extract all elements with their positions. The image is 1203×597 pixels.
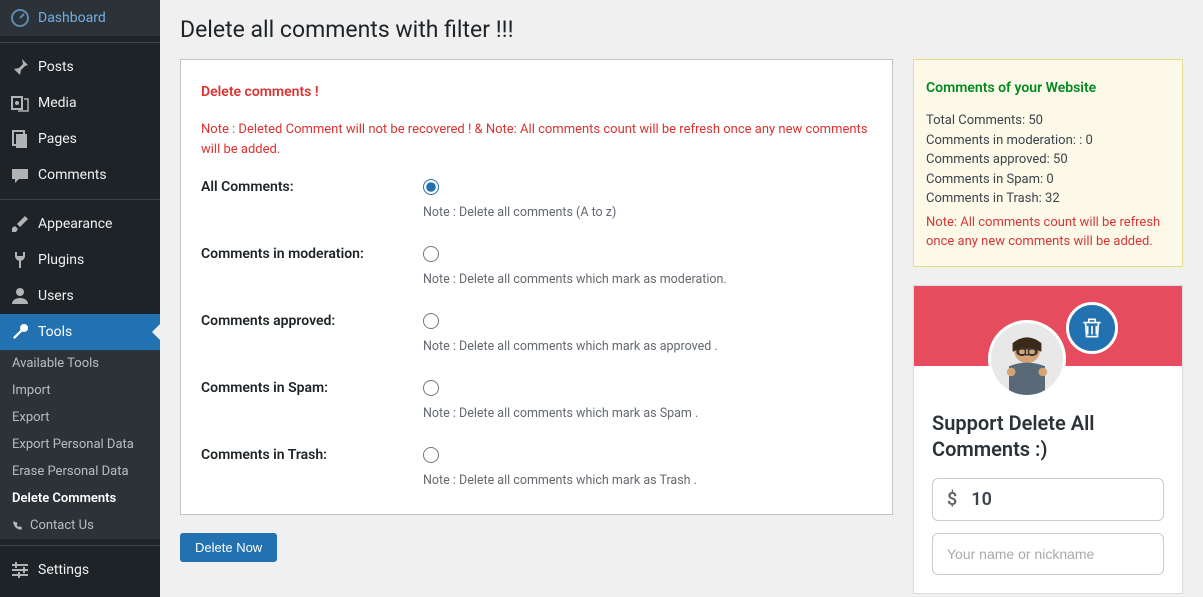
sidebar-item-users[interactable]: Users [0,278,160,314]
sidebar-label: Settings [38,562,89,578]
pin-icon [10,57,30,77]
page-title: Delete all comments with filter !!! [180,12,1183,59]
sidebar-label: Pages [38,131,77,147]
row-desc: Note : Delete all comments which mark as… [423,339,872,354]
brush-icon [10,214,30,234]
stats-moderation: Comments in moderation: : 0 [926,131,1170,151]
avatar [988,320,1066,398]
row-desc: Note : Delete all comments (A to z) [423,205,872,220]
sidebar-item-posts[interactable]: Posts [0,49,160,85]
sidebar-item-tools[interactable]: Tools [0,314,160,350]
settings-icon [10,560,30,580]
form-warning-note: Note : Deleted Comment will not be recov… [201,120,872,159]
donate-header [914,286,1182,366]
submenu-erase-personal-data[interactable]: Erase Personal Data [0,458,160,485]
dashboard-icon [10,8,30,28]
menu-separator [0,541,160,546]
row-label: Comments in Spam: [201,380,423,396]
row-trash: Comments in Trash: Note : Delete all com… [201,447,872,488]
donate-amount-box[interactable]: $ 10 [932,478,1164,521]
submenu-available-tools[interactable]: Available Tools [0,350,160,377]
submenu-label: Contact Us [30,518,94,533]
sidebar-label: Media [38,95,77,111]
sidebar-item-settings[interactable]: Settings [0,552,160,588]
stats-spam: Comments in Spam: 0 [926,170,1170,190]
row-approved: Comments approved: Note : Delete all com… [201,313,872,354]
media-icon [10,93,30,113]
sidebar-label: Appearance [38,216,112,232]
donate-name-input[interactable] [932,533,1164,575]
sidebar-label: Users [38,288,74,304]
menu-separator [0,195,160,200]
row-moderation: Comments in moderation: Note : Delete al… [201,246,872,287]
currency-symbol: $ [947,489,957,510]
phone-icon [12,520,24,532]
form-heading: Delete comments ! [201,84,872,100]
sidebar-label: Tools [38,324,72,340]
user-icon [10,286,30,306]
row-label: All Comments: [201,179,423,195]
radio-spam[interactable] [423,380,439,396]
submenu-contact-us[interactable]: Contact Us [0,512,160,539]
radio-all-comments[interactable] [423,179,439,195]
submenu-export[interactable]: Export [0,404,160,431]
row-desc: Note : Delete all comments which mark as… [423,406,872,421]
row-label: Comments in moderation: [201,246,423,262]
wrench-icon [10,322,30,342]
sidebar-item-plugins[interactable]: Plugins [0,242,160,278]
sidebar-item-media[interactable]: Media [0,85,160,121]
stats-box: Comments of your Website Total Comments:… [913,59,1183,267]
trash-speech-icon [1066,302,1118,354]
sidebar-item-appearance[interactable]: Appearance [0,206,160,242]
stats-approved: Comments approved: 50 [926,150,1170,170]
donate-title: Support Delete All Comments :) [932,410,1164,462]
stats-total: Total Comments: 50 [926,111,1170,131]
sidebar-label: Comments [38,167,107,183]
sidebar-item-pages[interactable]: Pages [0,121,160,157]
row-all-comments: All Comments: Note : Delete all comments… [201,179,872,220]
admin-sidebar: Dashboard Posts Media Pages Comments App… [0,0,160,597]
row-desc: Note : Delete all comments which mark as… [423,473,872,488]
radio-moderation[interactable] [423,246,439,262]
menu-separator [0,38,160,43]
donate-amount: 10 [971,489,992,510]
radio-approved[interactable] [423,313,439,329]
radio-trash[interactable] [423,447,439,463]
row-label: Comments in Trash: [201,447,423,463]
stats-note: Note: All comments count will be refresh… [926,213,1170,252]
comments-icon [10,165,30,185]
submenu-export-personal-data[interactable]: Export Personal Data [0,431,160,458]
delete-form-box: Delete comments ! Note : Deleted Comment… [180,59,893,515]
submenu-import[interactable]: Import [0,377,160,404]
sidebar-item-comments[interactable]: Comments [0,157,160,193]
pages-icon [10,129,30,149]
delete-now-button[interactable]: Delete Now [180,533,277,562]
stats-title: Comments of your Website [926,78,1170,99]
plug-icon [10,250,30,270]
stats-trash: Comments in Trash: 32 [926,189,1170,209]
row-label: Comments approved: [201,313,423,329]
tools-submenu: Available Tools Import Export Export Per… [0,350,160,539]
sidebar-item-dashboard[interactable]: Dashboard [0,0,160,36]
sidebar-label: Dashboard [38,10,106,26]
sidebar-label: Posts [38,59,74,75]
donate-box: Support Delete All Comments :) $ 10 [913,285,1183,594]
sidebar-label: Plugins [38,252,84,268]
submenu-delete-comments[interactable]: Delete Comments [0,485,160,512]
main-content: Delete all comments with filter !!! Dele… [160,0,1203,597]
row-desc: Note : Delete all comments which mark as… [423,272,872,287]
row-spam: Comments in Spam: Note : Delete all comm… [201,380,872,421]
